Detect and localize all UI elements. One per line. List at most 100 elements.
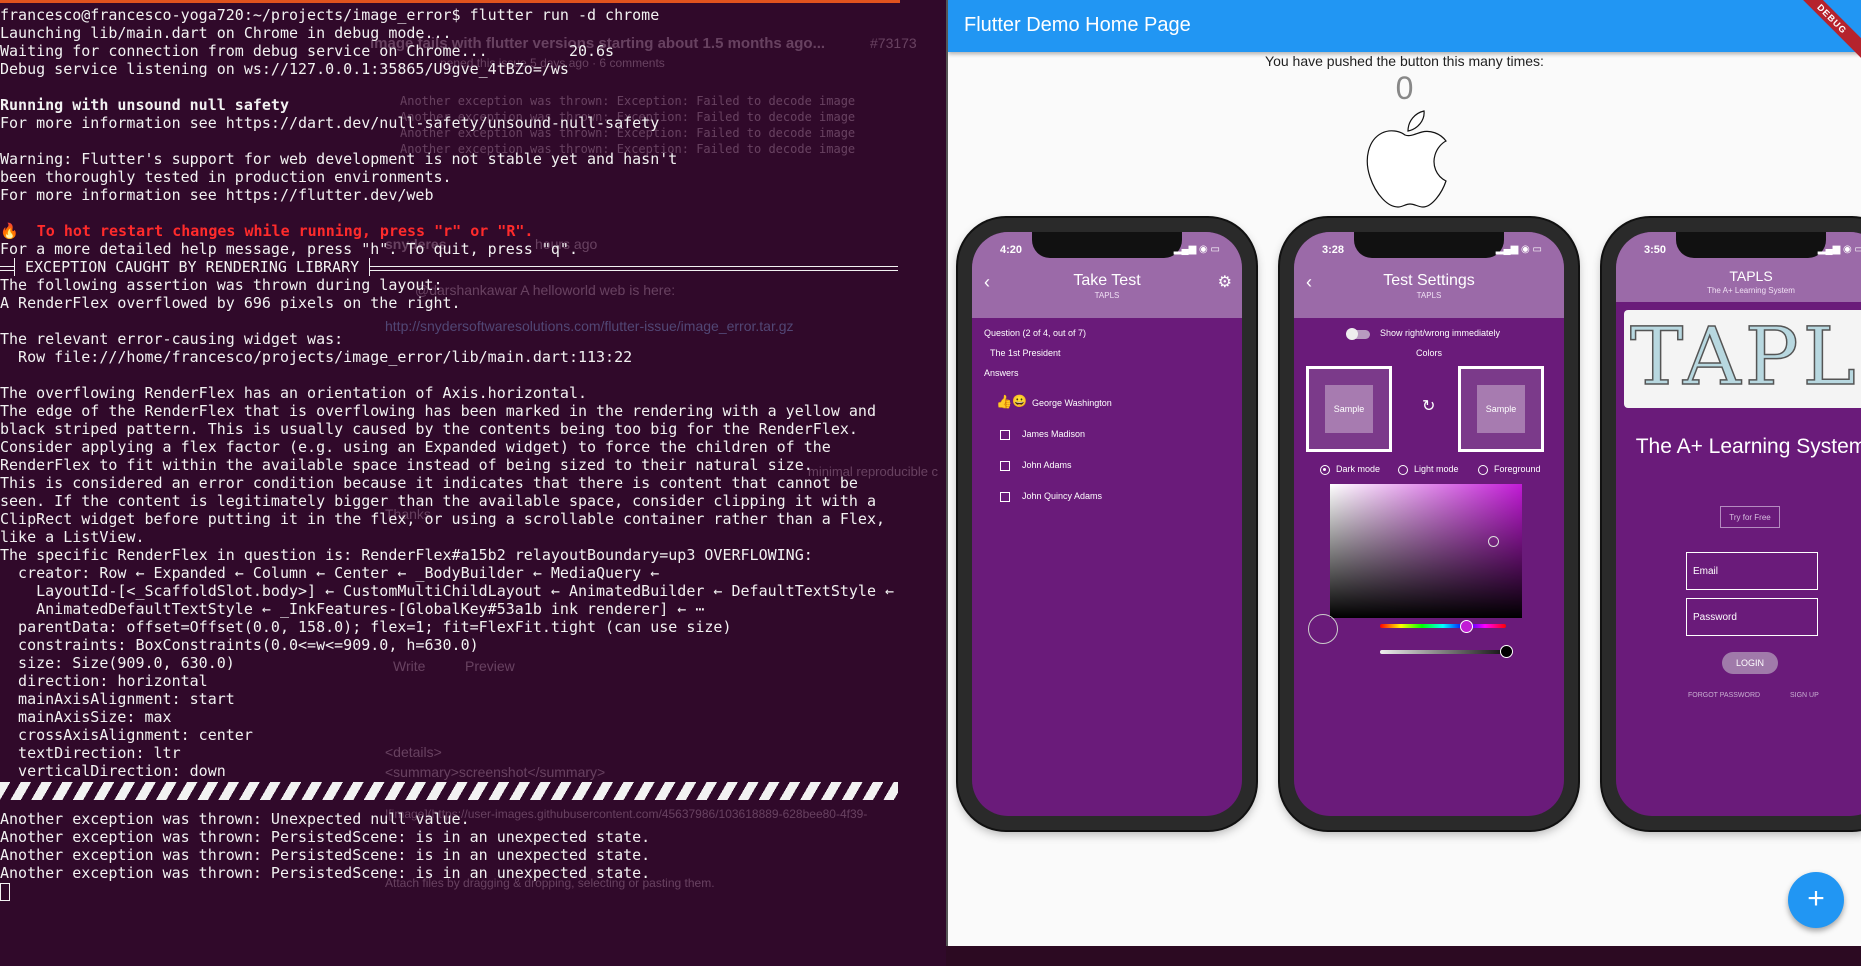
headline: The A+ Learning System <box>1635 435 1861 458</box>
terminal-line: LayoutId-[<_ScaffoldSlot.body>] ← Custom… <box>0 582 895 600</box>
terminal-line: AnimatedDefaultTextStyle ← _InkFeatures-… <box>0 600 705 618</box>
phone-notch <box>1676 232 1826 258</box>
status-icons: ▂▄▆ ◉ ▭ <box>1495 244 1542 255</box>
phone-take-test: 4:20 ▂▄▆ ◉ ▭ ‹ ⚙ Take Test TAPLS Questio… <box>958 218 1256 830</box>
radio-label: Light mode <box>1414 464 1459 474</box>
phone-tapls-login: 3:50 ▂▄▆ ◉ ▭ TAPLS The A+ Learning Syste… <box>1602 218 1861 830</box>
sample-label: Sample <box>1325 385 1373 433</box>
answer-option: John Adams <box>1022 460 1072 470</box>
terminal-line: Another exception was thrown: PersistedS… <box>0 864 651 882</box>
phone-title: Take Test <box>1073 272 1141 289</box>
radio-light-mode <box>1398 465 1408 475</box>
terminal-line: creator: Row ← Expanded ← Column ← Cente… <box>0 564 660 582</box>
terminal-line: ClipRect widget before putting it in the… <box>0 510 886 528</box>
terminal-line: Launching lib/main.dart on Chrome in deb… <box>0 24 452 42</box>
colors-label: Colors <box>1415 348 1442 358</box>
phone-screen: 4:20 ▂▄▆ ◉ ▭ ‹ ⚙ Take Test TAPLS Questio… <box>972 232 1242 816</box>
terminal-line: like a ListView. <box>0 528 145 546</box>
status-icons: ▂▄▆ ◉ ▭ <box>1817 244 1861 255</box>
answer-option: John Quincy Adams <box>1022 491 1103 501</box>
question-prompt: The 1st President <box>990 348 1061 358</box>
terminal-line: The specific RenderFlex in question is: … <box>0 546 813 564</box>
terminal-line: been thoroughly tested in production env… <box>0 168 452 186</box>
terminal-line: mainAxisSize: max <box>0 708 172 726</box>
sign-up-link: SIGN UP <box>1790 692 1819 699</box>
terminal-line: parentData: offset=Offset(0.0, 158.0); f… <box>0 618 732 636</box>
phone-notch <box>1032 232 1182 258</box>
flutter-app-window[interactable]: Flutter Demo Home Page DEBUG You have pu… <box>946 0 1861 946</box>
status-time: 3:28 <box>1322 244 1345 256</box>
increment-fab[interactable]: + <box>1788 872 1844 928</box>
terminal-window[interactable]: image fails with flutter versions starti… <box>0 0 946 966</box>
terminal-line: seen. If the content is legitimately big… <box>0 492 876 510</box>
terminal-title-accent <box>0 0 900 3</box>
hot-restart-hint: 🔥 To hot restart changes while running, … <box>0 222 534 240</box>
counter-label: You have pushed the button this many tim… <box>1265 53 1544 69</box>
phone-screen: 3:50 ▂▄▆ ◉ ▭ TAPLS The A+ Learning Syste… <box>1616 232 1861 816</box>
radio-dark-mode <box>1320 465 1330 475</box>
tapls-logo-text: TAPLS <box>1629 310 1861 404</box>
answer-checkbox <box>1000 492 1010 502</box>
terminal-line: crossAxisAlignment: center <box>0 726 253 744</box>
phone-title: Test Settings <box>1383 272 1475 289</box>
terminal-line: RenderFlex to fit within the available s… <box>0 456 813 474</box>
alpha-slider <box>1380 650 1506 654</box>
sample-label: Sample <box>1477 385 1525 433</box>
terminal-cursor[interactable] <box>0 883 10 901</box>
answer-option: George Washington <box>1032 398 1112 408</box>
terminal-line: Warning: Flutter's support for web devel… <box>0 150 678 168</box>
phone-test-settings: 3:28 ▂▄▆ ◉ ▭ ‹ Test Settings TAPLS Show … <box>1280 218 1578 830</box>
phone-subtitle: The A+ Learning System <box>1707 286 1795 295</box>
exception-header-title: EXCEPTION CAUGHT BY RENDERING LIBRARY <box>14 258 371 276</box>
toggle-label: Show right/wrong immediately <box>1380 328 1501 338</box>
sample-box-left: Sample <box>1306 366 1392 452</box>
answer-checkbox <box>1000 430 1010 440</box>
terminal-line: mainAxisAlignment: start <box>0 690 235 708</box>
password-field: Password <box>1686 598 1818 636</box>
tapls-logo: TAPLS <box>1624 310 1861 408</box>
terminal-line: The relevant error-causing widget was: <box>0 330 344 348</box>
desktop-background-strip <box>946 946 1861 966</box>
terminal-output[interactable]: francesco@francesco-yoga720:~/projects/i… <box>0 6 946 901</box>
terminal-line: The following assertion was thrown durin… <box>0 276 443 294</box>
refresh-icon: ↻ <box>1422 398 1436 415</box>
counter-value: 0 <box>1395 70 1414 106</box>
terminal-line: textDirection: ltr <box>0 744 181 762</box>
forgot-password-link: FORGOT PASSWORD <box>1688 692 1761 699</box>
color-picker-area <box>1330 484 1522 618</box>
try-for-free-button: Try for Free <box>1720 506 1780 528</box>
phone-notch <box>1354 232 1504 258</box>
radio-label: Foreground <box>1494 464 1541 474</box>
terminal-line: The overflowing RenderFlex has an orient… <box>0 384 587 402</box>
terminal-line: black striped pattern. This is usually c… <box>0 420 858 438</box>
phone-subtitle: TAPLS <box>1416 291 1442 300</box>
question-counter: Question (2 of 4, out of 7) <box>984 328 1087 338</box>
terminal-line: For more information see https://dart.de… <box>0 114 660 132</box>
answers-label: Answers <box>984 368 1019 378</box>
terminal-line: Another exception was thrown: PersistedS… <box>0 846 651 864</box>
terminal-line: Consider applying a flex factor (e.g. us… <box>0 438 831 456</box>
email-field: Email <box>1686 552 1818 590</box>
terminal-line: Debug service listening on ws://127.0.0.… <box>0 60 569 78</box>
answer-checkbox <box>1000 461 1010 471</box>
terminal-line: direction: horizontal <box>0 672 208 690</box>
terminal-line: verticalDirection: down <box>0 762 226 780</box>
terminal-spacer <box>0 802 946 810</box>
sample-box-right: Sample <box>1458 366 1544 452</box>
phone-screen: 3:28 ▂▄▆ ◉ ▭ ‹ Test Settings TAPLS Show … <box>1294 232 1564 816</box>
radio-label: Dark mode <box>1336 464 1381 474</box>
status-time: 3:50 <box>1644 244 1667 256</box>
terminal-line: For a more detailed help message, press … <box>0 240 578 258</box>
terminal-line: size: Size(909.0, 630.0) <box>0 654 235 672</box>
hue-slider <box>1380 624 1506 628</box>
apple-logo-icon <box>1366 110 1447 208</box>
exception-header: EXCEPTION CAUGHT BY RENDERING LIBRARY <box>0 258 946 276</box>
phone-screenshots-row: 4:20 ▂▄▆ ◉ ▭ ‹ ⚙ Take Test TAPLS Questio… <box>958 218 1861 838</box>
alpha-slider-thumb <box>1500 645 1513 658</box>
color-picker-cursor <box>1488 536 1499 547</box>
